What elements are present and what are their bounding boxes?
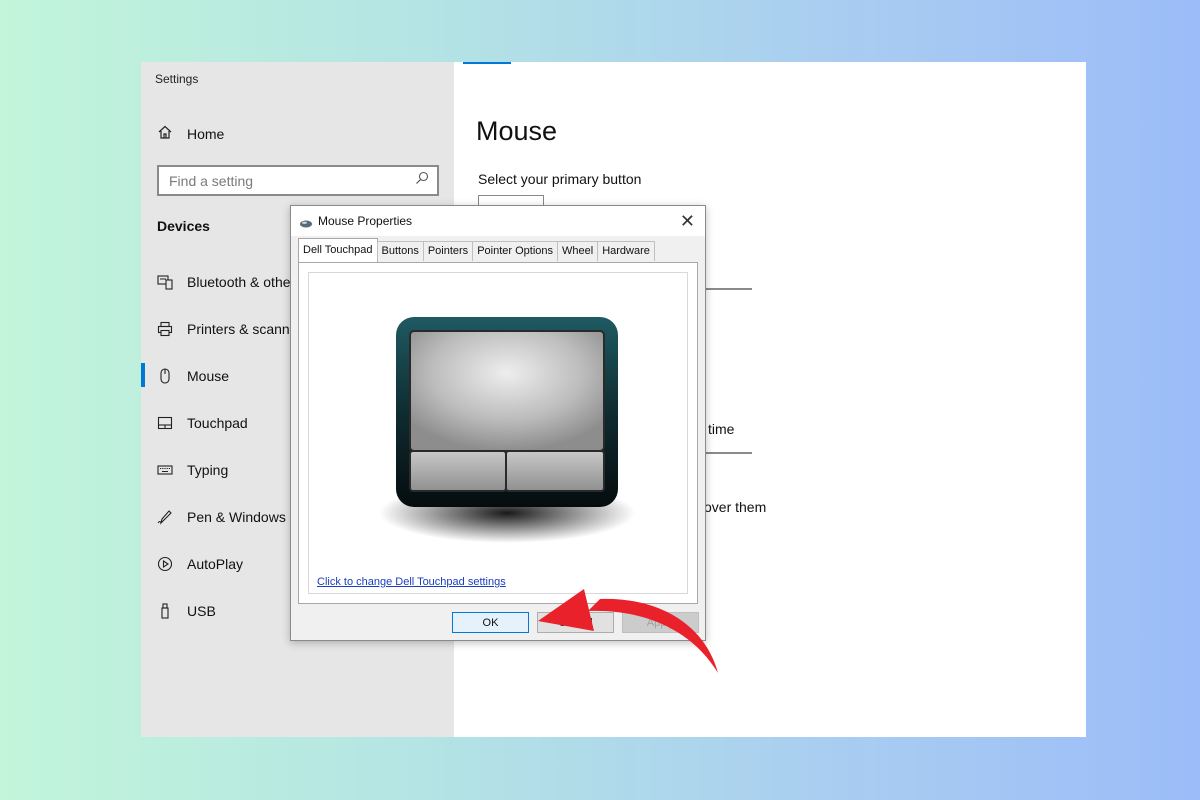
slider-track[interactable] [706,452,752,454]
search-input[interactable]: Find a setting [157,165,439,196]
page-title: Mouse [476,116,558,146]
printer-icon [157,321,173,337]
sidebar-item-printers[interactable]: Printers & scanne [157,321,298,337]
autoplay-icon [157,556,173,572]
mouse-icon [299,216,313,234]
home-icon [157,124,173,143]
dialog-title: Mouse Properties [318,214,413,228]
setting-label-fragment: over them [704,499,767,515]
tab-dell-touchpad[interactable]: Dell Touchpad [298,238,378,262]
sidebar-item-label: Touchpad [187,415,248,431]
sidebar-item-label: Mouse [187,368,230,384]
change-touchpad-settings-link[interactable]: Click to change Dell Touchpad settings [317,576,506,588]
sidebar-item-touchpad[interactable]: Touchpad [157,415,248,431]
usb-icon [157,603,173,619]
sidebar-item-label: AutoPlay [187,556,244,572]
red-arrow-annotation [538,589,718,673]
sidebar-item-pen[interactable]: Pen & Windows I [157,509,294,525]
pen-icon [157,509,173,525]
sidebar-item-autoplay[interactable]: AutoPlay [157,556,243,572]
sidebar-item-label: Printers & scanne [187,321,298,337]
setting-label-fragment: time [708,421,735,437]
dialog-tabs: Dell Touchpad Buttons Pointers Pointer O… [298,238,655,262]
touchpad-icon [157,415,173,431]
touchpad-image [379,317,635,543]
tab-pointers[interactable]: Pointers [422,241,474,261]
home-label: Home [187,125,225,142]
mouse-icon [157,368,173,384]
sidebar-item-label: USB [187,603,216,619]
tab-hardware[interactable]: Hardware [597,241,655,261]
close-icon[interactable]: ✕ [680,211,695,232]
sidebar-item-typing[interactable]: Typing [157,462,228,478]
tab-panel: Click to change Dell Touchpad settings [298,262,698,604]
mouse-properties-dialog: Mouse Properties ✕ Dell Touchpad Buttons… [290,205,706,641]
touchpad-frame [308,272,688,594]
dialog-titlebar: Mouse Properties ✕ [291,206,705,236]
sidebar-item-mouse[interactable]: Mouse [157,368,229,384]
tab-buttons[interactable]: Buttons [376,241,424,261]
section-heading-devices: Devices [157,218,210,234]
keyboard-icon [157,462,173,478]
sidebar-item-label: Pen & Windows I [187,509,294,525]
tab-wheel[interactable]: Wheel [557,241,599,261]
primary-button-label: Select your primary button [478,171,642,187]
slider-track[interactable] [706,288,752,290]
active-indicator [141,363,145,387]
search-icon [415,171,429,190]
sidebar-item-usb[interactable]: USB [157,603,216,619]
ok-button[interactable]: OK [452,612,529,633]
sidebar-item-label: Bluetooth & othe [187,274,291,290]
home-nav-item[interactable]: Home [157,124,224,143]
tab-pointer-options[interactable]: Pointer Options [472,241,559,261]
primary-button-dropdown[interactable] [478,195,544,205]
sidebar-item-bluetooth[interactable]: Bluetooth & othe [157,274,291,290]
bluetooth-devices-icon [157,274,173,290]
window-title: Settings [155,72,199,86]
sidebar-item-label: Typing [187,462,229,478]
search-placeholder: Find a setting [169,172,254,189]
